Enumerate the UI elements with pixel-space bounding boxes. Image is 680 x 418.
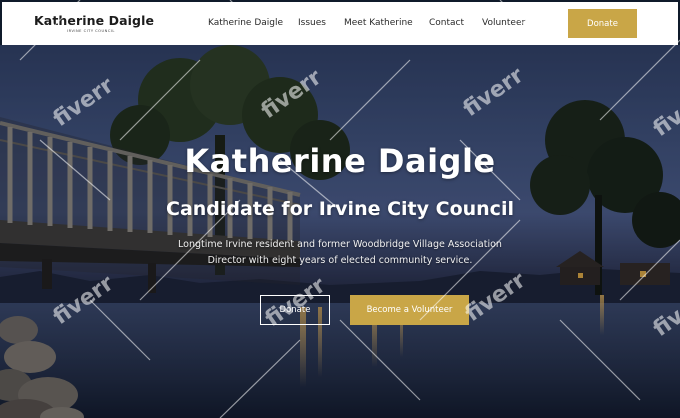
hero-section: Katherine Daigle Candidate for Irvine Ci… [0,45,680,418]
hero-donate-button[interactable]: Donate [260,295,330,325]
site-header: Katherine Daigle IRVINE CITY COUNCIL Kat… [2,2,678,45]
hero-title: Katherine Daigle [184,142,496,180]
brand-name[interactable]: Katherine Daigle [34,13,154,28]
become-volunteer-button[interactable]: Become a Volunteer [350,295,469,325]
nav-item-katherine-daigle[interactable]: Katherine Daigle [208,18,283,28]
nav-item-issues[interactable]: Issues [298,18,326,28]
hero-subtitle: Candidate for Irvine City Council [166,198,514,220]
page-frame: Katherine Daigle IRVINE CITY COUNCIL Kat… [0,0,680,418]
brand-subtitle: IRVINE CITY COUNCIL [67,29,115,33]
nav-item-contact[interactable]: Contact [429,18,464,28]
hero-overlay [0,45,680,418]
nav-item-meet-katherine[interactable]: Meet Katherine [344,18,413,28]
hero-description: Longtime Irvine resident and former Wood… [178,239,502,266]
nav-item-volunteer[interactable]: Volunteer [482,18,525,28]
header-donate-button[interactable]: Donate [568,9,637,38]
